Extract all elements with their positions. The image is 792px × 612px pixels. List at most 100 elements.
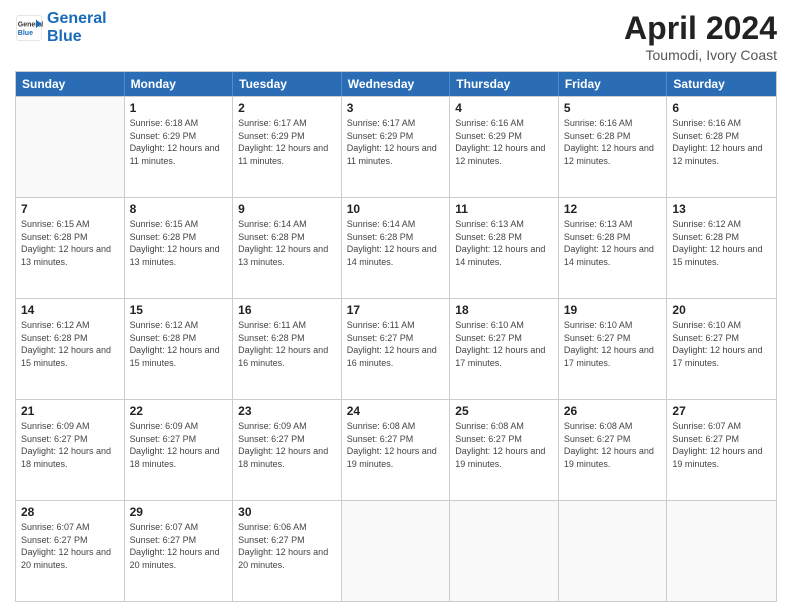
day-number: 2 [238,101,336,115]
day-info: Sunrise: 6:08 AMSunset: 6:27 PMDaylight:… [564,420,662,470]
day-number: 14 [21,303,119,317]
day-number: 22 [130,404,228,418]
day-number: 3 [347,101,445,115]
cal-cell-4-5 [559,501,668,601]
cal-cell-4-4 [450,501,559,601]
day-info: Sunrise: 6:06 AMSunset: 6:27 PMDaylight:… [238,521,336,571]
day-number: 16 [238,303,336,317]
day-number: 13 [672,202,771,216]
day-info: Sunrise: 6:13 AMSunset: 6:28 PMDaylight:… [455,218,553,268]
day-number: 5 [564,101,662,115]
cal-cell-2-0: 14Sunrise: 6:12 AMSunset: 6:28 PMDayligh… [16,299,125,399]
cal-cell-0-3: 3 Sunrise: 6:17 AMSunset: 6:29 PMDaylight… [342,97,451,197]
cal-cell-1-3: 10Sunrise: 6:14 AMSunset: 6:28 PMDayligh… [342,198,451,298]
header: General Blue General Blue April 2024 Tou… [15,10,777,63]
day-info: Sunrise: 6:12 AMSunset: 6:28 PMDaylight:… [672,218,771,268]
day-number: 4 [455,101,553,115]
day-number: 26 [564,404,662,418]
day-info: Sunrise: 6:18 AMSunset: 6:29 PMDaylight:… [130,117,228,167]
calendar: Sunday Monday Tuesday Wednesday Thursday… [15,71,777,602]
day-info: Sunrise: 6:07 AMSunset: 6:27 PMDaylight:… [21,521,119,571]
day-info: Sunrise: 6:10 AMSunset: 6:27 PMDaylight:… [564,319,662,369]
calendar-header: Sunday Monday Tuesday Wednesday Thursday… [16,72,776,96]
day-info: Sunrise: 6:11 AMSunset: 6:27 PMDaylight:… [347,319,445,369]
day-number: 23 [238,404,336,418]
day-info: Sunrise: 6:07 AMSunset: 6:27 PMDaylight:… [130,521,228,571]
day-number: 6 [672,101,771,115]
cal-cell-4-6 [667,501,776,601]
cal-cell-4-0: 28Sunrise: 6:07 AMSunset: 6:27 PMDayligh… [16,501,125,601]
cal-cell-0-5: 5 Sunrise: 6:16 AMSunset: 6:28 PMDaylight… [559,97,668,197]
day-info: Sunrise: 6:16 AMSunset: 6:29 PMDaylight:… [455,117,553,167]
day-number: 27 [672,404,771,418]
week-row-2: 14 Sunrise: 6:12 AMSunset: 6:28 PMDayligh… [16,298,776,399]
logo: General Blue General Blue [15,10,107,45]
day-info: Sunrise: 6:16 AMSunset: 6:28 PMDaylight:… [672,117,771,167]
week-row-1: 7 Sunrise: 6:15 AMSunset: 6:28 PMDaylight… [16,197,776,298]
header-wednesday: Wednesday [342,72,451,96]
day-info: Sunrise: 6:15 AMSunset: 6:28 PMDaylight:… [130,218,228,268]
cal-cell-2-6: 20 Sunrise: 6:10 AMSunset: 6:27 PMDayligh… [667,299,776,399]
cal-cell-2-2: 16 Sunrise: 6:11 AMSunset: 6:28 PMDayligh… [233,299,342,399]
day-info: Sunrise: 6:07 AMSunset: 6:27 PMDaylight:… [672,420,771,470]
day-info: Sunrise: 6:09 AMSunset: 6:27 PMDaylight:… [130,420,228,470]
cal-cell-1-2: 9 Sunrise: 6:14 AMSunset: 6:28 PMDaylight… [233,198,342,298]
day-number: 7 [21,202,119,216]
day-info: Sunrise: 6:10 AMSunset: 6:27 PMDaylight:… [672,319,771,369]
header-saturday: Saturday [667,72,776,96]
day-number: 1 [130,101,228,115]
cal-cell-0-2: 2 Sunrise: 6:17 AMSunset: 6:29 PMDaylight… [233,97,342,197]
cal-cell-4-2: 30Sunrise: 6:06 AMSunset: 6:27 PMDayligh… [233,501,342,601]
day-info: Sunrise: 6:17 AMSunset: 6:29 PMDaylight:… [238,117,336,167]
header-thursday: Thursday [450,72,559,96]
day-info: Sunrise: 6:16 AMSunset: 6:28 PMDaylight:… [564,117,662,167]
header-friday: Friday [559,72,668,96]
day-number: 24 [347,404,445,418]
svg-text:Blue: Blue [18,30,33,37]
cal-cell-1-0: 7 Sunrise: 6:15 AMSunset: 6:28 PMDaylight… [16,198,125,298]
day-number: 20 [672,303,771,317]
day-info: Sunrise: 6:17 AMSunset: 6:29 PMDaylight:… [347,117,445,167]
day-number: 21 [21,404,119,418]
cal-cell-1-1: 8 Sunrise: 6:15 AMSunset: 6:28 PMDaylight… [125,198,234,298]
day-number: 25 [455,404,553,418]
cal-cell-3-3: 24 Sunrise: 6:08 AMSunset: 6:27 PMDayligh… [342,400,451,500]
day-number: 18 [455,303,553,317]
day-info: Sunrise: 6:11 AMSunset: 6:28 PMDaylight:… [238,319,336,369]
cal-cell-0-6: 6 Sunrise: 6:16 AMSunset: 6:28 PMDaylight… [667,97,776,197]
cal-cell-2-4: 18Sunrise: 6:10 AMSunset: 6:27 PMDayligh… [450,299,559,399]
logo-line2: Blue [47,28,82,45]
week-row-4: 28Sunrise: 6:07 AMSunset: 6:27 PMDayligh… [16,500,776,601]
day-number: 19 [564,303,662,317]
cal-cell-2-1: 15 Sunrise: 6:12 AMSunset: 6:28 PMDayligh… [125,299,234,399]
day-info: Sunrise: 6:15 AMSunset: 6:28 PMDaylight:… [21,218,119,268]
day-number: 11 [455,202,553,216]
cal-cell-1-5: 12Sunrise: 6:13 AMSunset: 6:28 PMDayligh… [559,198,668,298]
cal-cell-2-5: 19 Sunrise: 6:10 AMSunset: 6:27 PMDayligh… [559,299,668,399]
day-info: Sunrise: 6:09 AMSunset: 6:27 PMDaylight:… [238,420,336,470]
day-number: 15 [130,303,228,317]
cal-cell-3-6: 27 Sunrise: 6:07 AMSunset: 6:27 PMDayligh… [667,400,776,500]
logo-line1: General [47,10,107,27]
page: General Blue General Blue April 2024 Tou… [0,0,792,612]
day-info: Sunrise: 6:08 AMSunset: 6:27 PMDaylight:… [455,420,553,470]
day-info: Sunrise: 6:12 AMSunset: 6:28 PMDaylight:… [130,319,228,369]
cal-cell-3-1: 22 Sunrise: 6:09 AMSunset: 6:27 PMDayligh… [125,400,234,500]
cal-cell-3-2: 23 Sunrise: 6:09 AMSunset: 6:27 PMDayligh… [233,400,342,500]
header-monday: Monday [125,72,234,96]
week-row-3: 21 Sunrise: 6:09 AMSunset: 6:27 PMDayligh… [16,399,776,500]
cal-cell-4-1: 29Sunrise: 6:07 AMSunset: 6:27 PMDayligh… [125,501,234,601]
day-info: Sunrise: 6:13 AMSunset: 6:28 PMDaylight:… [564,218,662,268]
day-info: Sunrise: 6:08 AMSunset: 6:27 PMDaylight:… [347,420,445,470]
cal-cell-0-4: 4 Sunrise: 6:16 AMSunset: 6:29 PMDaylight… [450,97,559,197]
header-tuesday: Tuesday [233,72,342,96]
day-number: 17 [347,303,445,317]
cal-cell-4-3 [342,501,451,601]
day-number: 10 [347,202,445,216]
cal-cell-3-5: 26 Sunrise: 6:08 AMSunset: 6:27 PMDayligh… [559,400,668,500]
day-number: 9 [238,202,336,216]
day-info: Sunrise: 6:14 AMSunset: 6:28 PMDaylight:… [238,218,336,268]
title-location: Toumodi, Ivory Coast [624,47,777,63]
title-block: April 2024 Toumodi, Ivory Coast [624,10,777,63]
day-number: 8 [130,202,228,216]
